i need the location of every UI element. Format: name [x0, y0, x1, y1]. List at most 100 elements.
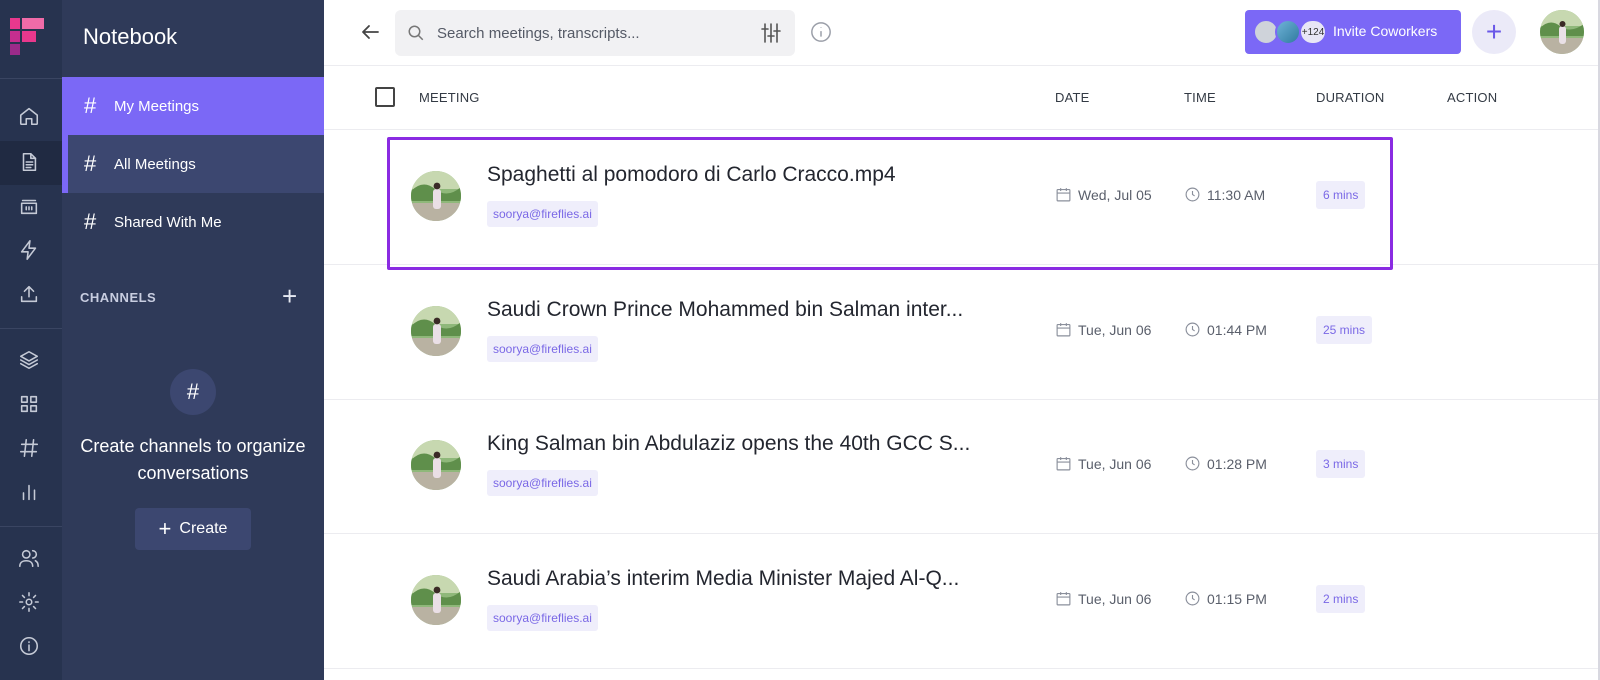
meeting-title[interactable]: Saudi Crown Prince Mohammed bin Salman i… — [487, 298, 963, 322]
date-text: Wed, Jul 05 — [1078, 186, 1152, 203]
column-header-meeting[interactable]: MEETING — [419, 90, 480, 105]
meeting-time: 01:28 PM — [1184, 455, 1267, 472]
nav-item-all-meetings[interactable]: # All Meetings — [62, 135, 324, 193]
hashtag-icon: # — [84, 151, 97, 176]
hashtag-icon[interactable] — [15, 434, 43, 462]
invite-coworkers-button[interactable]: +124 Invite Coworkers — [1245, 10, 1461, 54]
hashtag-icon: # — [170, 369, 216, 415]
lightning-icon[interactable] — [15, 236, 43, 264]
nav-item-my-meetings[interactable]: # My Meetings — [62, 77, 324, 135]
date-text: Tue, Jun 06 — [1078, 321, 1152, 338]
column-header-time[interactable]: TIME — [1184, 90, 1216, 105]
nav-item-label: All Meetings — [114, 155, 196, 173]
duration-badge: 6 mins — [1316, 181, 1366, 209]
nav-item-label: My Meetings — [114, 97, 200, 115]
clock-icon — [1185, 322, 1200, 337]
date-text: Tue, Jun 06 — [1078, 455, 1152, 472]
table-row[interactable]: Saudi Crown Prince Mohammed bin Salman i… — [324, 264, 1600, 400]
table-row[interactable]: Spaghetti al pomodoro di Carlo Cracco.mp… — [324, 129, 1600, 265]
user-avatar[interactable] — [1540, 10, 1584, 54]
invite-label: Invite Coworkers — [1333, 23, 1438, 39]
meeting-date: Tue, Jun 06 — [1055, 590, 1151, 607]
duration-badge: 2 mins — [1316, 585, 1366, 613]
rail-divider — [0, 328, 62, 329]
search-bar — [395, 10, 795, 56]
active-indicator — [62, 135, 68, 193]
column-header-action: ACTION — [1447, 90, 1498, 105]
nav-item-label: Shared With Me — [114, 213, 222, 231]
info-icon[interactable] — [810, 21, 832, 43]
owner-email-badge: soorya@fireflies.ai — [487, 201, 598, 227]
owner-email-badge: soorya@fireflies.ai — [487, 336, 598, 362]
document-icon[interactable] — [15, 148, 43, 176]
meeting-date: Tue, Jun 06 — [1055, 321, 1151, 338]
create-label: Create — [179, 520, 228, 537]
clock-icon — [1185, 591, 1200, 606]
table-row[interactable]: Saudi Arabia’s interim Media Minister Ma… — [324, 533, 1600, 669]
notebook-panel: Notebook # My Meetings # All Meetings # … — [62, 0, 324, 680]
rail-divider — [0, 526, 62, 527]
nav-item-shared-with-me[interactable]: # Shared With Me — [62, 193, 324, 251]
duration-badge: 3 mins — [1316, 450, 1366, 478]
calendar-icon — [1056, 323, 1071, 337]
users-icon[interactable] — [15, 544, 43, 572]
meeting-date: Wed, Jul 05 — [1055, 186, 1152, 203]
filter-sliders-icon[interactable] — [759, 21, 783, 45]
meeting-time: 01:15 PM — [1184, 590, 1267, 607]
date-text: Tue, Jun 06 — [1078, 590, 1152, 607]
meeting-owner-avatar — [411, 440, 461, 490]
calendar-icon — [1056, 457, 1071, 471]
fireflies-logo[interactable] — [10, 18, 46, 56]
calendar-icon — [1056, 592, 1071, 606]
owner-email-badge: soorya@fireflies.ai — [487, 470, 598, 496]
grid-icon[interactable] — [15, 390, 43, 418]
meeting-time: 11:30 AM — [1184, 186, 1265, 203]
select-all-checkbox[interactable] — [375, 87, 395, 107]
home-icon[interactable] — [15, 102, 43, 130]
channels-empty-message: Create channels to organize conversation… — [80, 436, 306, 483]
channels-heading: CHANNELS — [80, 290, 157, 305]
meeting-title[interactable]: Saudi Arabia’s interim Media Minister Ma… — [487, 567, 959, 591]
hashtag-icon: # — [84, 93, 97, 118]
inbox-icon[interactable] — [15, 192, 43, 220]
clock-icon — [1185, 187, 1200, 202]
owner-email-badge: soorya@fireflies.ai — [487, 605, 598, 631]
meeting-owner-avatar — [411, 171, 461, 221]
create-channel-button[interactable]: + Create — [135, 508, 251, 550]
back-arrow-icon[interactable] — [358, 20, 382, 44]
meeting-owner-avatar — [411, 575, 461, 625]
calendar-icon — [1056, 188, 1071, 202]
duration-badge: 25 mins — [1316, 316, 1373, 344]
app-window: Notebook # My Meetings # All Meetings # … — [0, 0, 1600, 680]
plus-icon: + — [158, 516, 172, 541]
upload-icon[interactable] — [15, 280, 43, 308]
time-text: 01:28 PM — [1207, 455, 1267, 472]
meeting-owner-avatar — [411, 306, 461, 356]
bar-chart-icon[interactable] — [15, 478, 43, 506]
layers-icon[interactable] — [15, 346, 43, 374]
coworker-count-badge: +124 — [1299, 19, 1327, 45]
hashtag-icon: # — [84, 209, 97, 234]
search-input[interactable] — [437, 10, 737, 56]
meeting-title[interactable]: Spaghetti al pomodoro di Carlo Cracco.mp… — [487, 163, 896, 187]
rail-divider — [0, 78, 62, 79]
icon-rail — [0, 0, 62, 680]
add-meeting-button[interactable]: + — [1472, 10, 1516, 54]
table-row[interactable]: King Salman bin Abdulaziz opens the 40th… — [324, 398, 1600, 534]
meeting-time: 01:44 PM — [1184, 321, 1267, 338]
settings-icon[interactable] — [15, 588, 43, 616]
add-channel-button[interactable]: + — [282, 281, 297, 311]
column-header-date[interactable]: DATE — [1055, 90, 1090, 105]
column-header-duration[interactable]: DURATION — [1316, 90, 1385, 105]
coworker-avatar — [1275, 19, 1301, 45]
time-text: 11:30 AM — [1207, 186, 1266, 203]
meeting-title[interactable]: King Salman bin Abdulaziz opens the 40th… — [487, 432, 970, 456]
panel-title: Notebook — [83, 24, 178, 49]
time-text: 01:15 PM — [1207, 590, 1267, 607]
clock-icon — [1185, 456, 1200, 471]
info-icon[interactable] — [15, 632, 43, 660]
table-header: MEETING DATE TIME DURATION ACTION — [324, 66, 1600, 130]
time-text: 01:44 PM — [1207, 321, 1267, 338]
top-bar: +124 Invite Coworkers + — [324, 0, 1600, 66]
search-icon — [408, 25, 424, 41]
